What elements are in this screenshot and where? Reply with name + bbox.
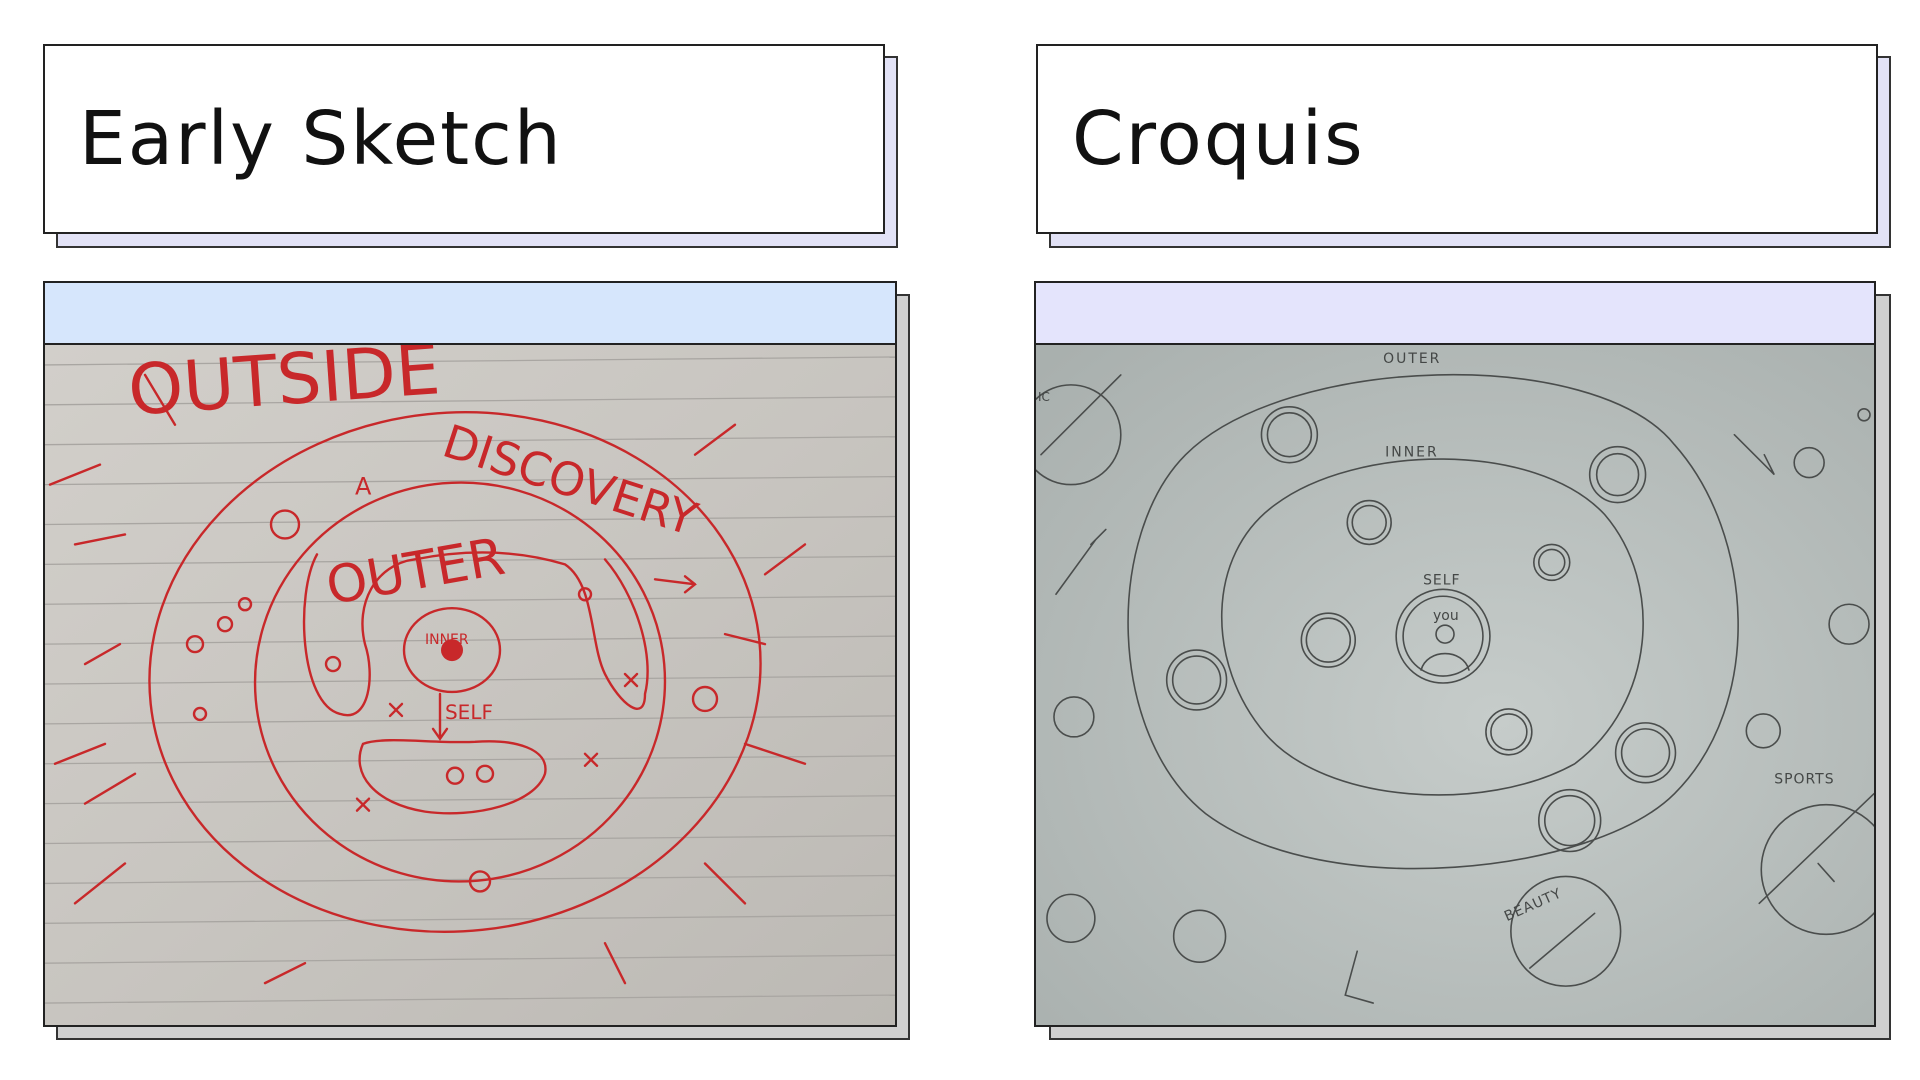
left-title-box: Early Sketch — [43, 44, 885, 234]
sketch-label-self: SELF — [445, 700, 493, 724]
sketch-label-a: A — [355, 473, 372, 501]
croquis-label-sports: SPORTS — [1774, 772, 1834, 788]
left-title: Early Sketch — [79, 96, 563, 182]
croquis-image: OUTER INNER SELF you SPORTS BEAUTY IC — [1036, 345, 1874, 1025]
croquis-label-inner: INNER — [1385, 445, 1438, 461]
left-card-header-bar — [45, 283, 895, 345]
croquis-label-ic: IC — [1038, 390, 1050, 404]
right-card-header-bar — [1036, 283, 1874, 345]
croquis-label-outer: OUTER — [1383, 351, 1441, 367]
early-sketch-image: OUTSIDE DISCOVERY OUTER INNER SELF A — [45, 345, 895, 1025]
croquis-label-self: SELF — [1423, 572, 1460, 588]
sketch-label-inner: INNER — [425, 632, 469, 648]
right-title: Croquis — [1072, 96, 1365, 182]
early-sketch-card: OUTSIDE DISCOVERY OUTER INNER SELF A — [43, 281, 897, 1027]
right-title-box: Croquis — [1036, 44, 1878, 234]
croquis-label-you: you — [1433, 608, 1459, 624]
croquis-card: OUTER INNER SELF you SPORTS BEAUTY IC — [1034, 281, 1876, 1027]
